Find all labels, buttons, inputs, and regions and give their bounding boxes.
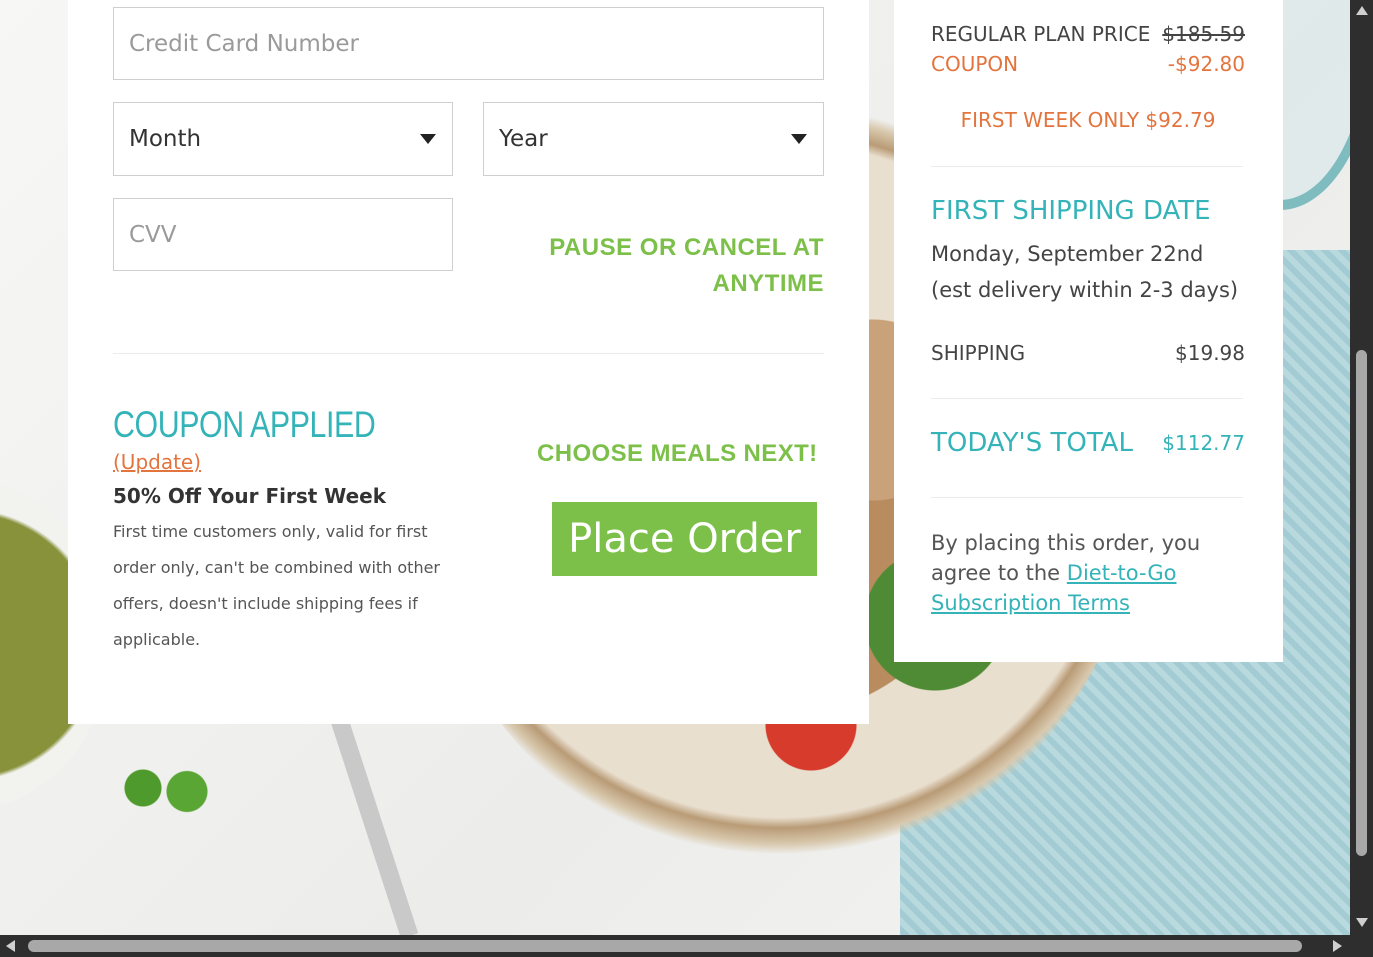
- shipping-label: SHIPPING: [931, 341, 1026, 365]
- coupon-amount: -$92.80: [1167, 52, 1245, 76]
- regular-price-row: REGULAR PLAN PRICE $185.59: [931, 22, 1245, 46]
- delivery-estimate: (est delivery within 2-3 days): [931, 278, 1239, 302]
- vertical-scroll-thumb[interactable]: [1356, 350, 1367, 856]
- first-week-price: FIRST WEEK ONLY $92.79: [960, 108, 1216, 132]
- divider: [931, 398, 1243, 399]
- card-number-input[interactable]: Credit Card Number: [113, 7, 824, 80]
- card-number-placeholder: Credit Card Number: [129, 30, 359, 57]
- scroll-up-arrow-icon[interactable]: [1356, 6, 1368, 15]
- vertical-scrollbar[interactable]: [1350, 0, 1373, 935]
- cilantro-image: [110, 760, 220, 830]
- month-select-value: Month: [129, 126, 202, 152]
- fork-image: [330, 714, 419, 935]
- scroll-left-arrow-icon[interactable]: [6, 940, 15, 952]
- total-price: $112.77: [1162, 431, 1245, 455]
- cvv-input[interactable]: CVV: [113, 198, 453, 271]
- total-row: TODAY'S TOTAL $112.77: [931, 428, 1245, 458]
- payment-card: Credit Card Number Month Year CVV PAUSE …: [68, 0, 869, 724]
- update-coupon-link[interactable]: (Update): [113, 450, 201, 474]
- shipping-price: $19.98: [1175, 341, 1245, 365]
- caret-down-icon: [420, 134, 436, 144]
- scroll-right-arrow-icon[interactable]: [1333, 940, 1342, 952]
- place-order-button[interactable]: Place Order: [552, 502, 817, 576]
- caret-down-icon: [791, 134, 807, 144]
- horizontal-scrollbar[interactable]: [0, 935, 1373, 957]
- order-summary-card: REGULAR PLAN PRICE $185.59 COUPON -$92.8…: [894, 0, 1283, 662]
- terms-agreement: By placing this order, you agree to the …: [931, 528, 1243, 618]
- shipping-row: SHIPPING $19.98: [931, 341, 1245, 365]
- year-select-value: Year: [499, 126, 548, 152]
- coupon-applied-title: COUPON APPLIED: [113, 404, 376, 445]
- shipping-date-value: Monday, September 22nd: [931, 242, 1204, 266]
- choose-meals-notice: CHOOSE MEALS NEXT!: [537, 440, 818, 467]
- coupon-label: COUPON: [931, 52, 1019, 76]
- total-label: TODAY'S TOTAL: [931, 428, 1133, 458]
- scroll-down-arrow-icon[interactable]: [1356, 918, 1368, 927]
- horizontal-scroll-thumb[interactable]: [28, 940, 1302, 952]
- scrollbar-corner: [1350, 935, 1373, 957]
- regular-price-label: REGULAR PLAN PRICE: [931, 22, 1151, 46]
- regular-price-value: $185.59: [1162, 22, 1245, 46]
- divider: [931, 166, 1243, 167]
- year-select[interactable]: Year: [483, 102, 824, 176]
- divider: [931, 497, 1243, 498]
- cvv-placeholder: CVV: [129, 221, 177, 248]
- divider: [113, 353, 824, 354]
- coupon-row: COUPON -$92.80: [931, 52, 1245, 76]
- pause-cancel-notice: PAUSE OR CANCEL AT ANYTIME: [549, 234, 824, 297]
- coupon-description: First time customers only, valid for fir…: [113, 522, 441, 649]
- shipping-date-heading: FIRST SHIPPING DATE: [931, 196, 1211, 226]
- month-select[interactable]: Month: [113, 102, 453, 176]
- coupon-name: 50% Off Your First Week: [113, 484, 387, 508]
